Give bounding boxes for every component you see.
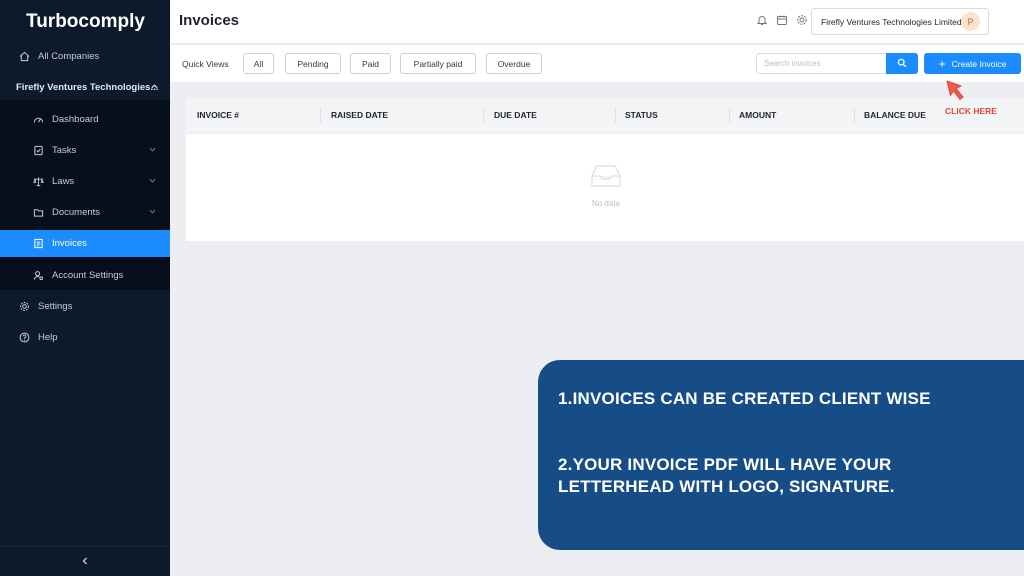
empty-state: No data (581, 162, 631, 208)
sidebar-item-dashboard[interactable]: Dashboard (0, 107, 170, 131)
sidebar-item-label: Dashboard (52, 113, 99, 125)
filter-partially-paid-button[interactable]: Partially paid (400, 53, 476, 74)
sidebar-item-account-settings[interactable]: Account Settings (0, 263, 170, 287)
filter-paid-button[interactable]: Paid (350, 53, 391, 74)
sidebar-item-label: Laws (52, 175, 75, 187)
invoice-icon (32, 238, 44, 250)
bell-icon[interactable] (756, 14, 768, 26)
inbox-icon (586, 165, 626, 194)
sidebar-item-label: Tasks (52, 144, 77, 156)
chevron-down-icon (148, 145, 158, 155)
quick-views-bar: Quick Views All Pending Paid Partially p… (170, 45, 1024, 82)
column-divider (854, 108, 855, 123)
user-settings-icon (32, 269, 44, 281)
info-panel: 1.INVOICES CAN BE CREATED CLIENT WISE 2.… (538, 360, 1024, 550)
table-header: INVOICE # RAISED DATE DUE DATE STATUS AM… (186, 98, 1024, 134)
chevron-up-icon (150, 82, 160, 92)
sidebar-item-invoices[interactable]: Invoices (0, 230, 170, 257)
cursor-arrow-icon (944, 78, 970, 109)
create-invoice-button[interactable]: + Create Invoice (924, 53, 1021, 74)
sidebar-item-tasks[interactable]: Tasks (0, 138, 170, 162)
filter-pending-button[interactable]: Pending (285, 53, 341, 74)
task-icon (32, 144, 44, 156)
create-invoice-label: Create Invoice (951, 58, 1007, 69)
sidebar-item-laws[interactable]: Laws (0, 169, 170, 193)
search-icon (897, 55, 907, 73)
brand-logo: Turbocomply (26, 11, 145, 32)
column-header-raised-date: RAISED DATE (331, 110, 388, 120)
sidebar-item-label: All Companies (38, 50, 100, 62)
top-header: Invoices Firefly Ventures Technologies L… (170, 0, 1024, 44)
chevron-down-icon (148, 176, 158, 186)
click-here-annotation: CLICK HERE (945, 106, 997, 116)
sidebar-collapse-button[interactable] (0, 546, 170, 576)
column-header-due-date: DUE DATE (494, 110, 537, 120)
column-divider (615, 108, 616, 123)
home-icon (18, 50, 30, 62)
column-header-status: STATUS (625, 110, 658, 120)
sidebar-item-label: Documents (52, 206, 101, 218)
gear-icon[interactable] (796, 14, 808, 26)
sidebar-item-label: Help (38, 331, 58, 343)
company-name: Firefly Ventures Technologies... (16, 81, 159, 93)
filter-overdue-button[interactable]: Overdue (486, 53, 542, 74)
sidebar-item-all-companies[interactable]: All Companies (0, 44, 170, 68)
quick-views-label: Quick Views (182, 59, 229, 69)
filter-all-button[interactable]: All (243, 53, 274, 74)
chevron-left-icon (80, 553, 90, 571)
sidebar: Turbocomply All Companies Firefly Ventur… (0, 0, 170, 576)
column-divider (729, 108, 730, 123)
avatar[interactable]: P (961, 12, 980, 31)
company-selector-label: Firefly Ventures Technologies Limited (821, 16, 962, 27)
sidebar-item-label: Invoices (52, 238, 87, 249)
empty-state-text: No data (591, 199, 621, 208)
search-input[interactable]: Search invoices (756, 53, 887, 74)
column-divider (483, 108, 484, 123)
sidebar-item-label: Settings (38, 300, 73, 312)
sidebar-item-company[interactable]: Firefly Ventures Technologies... (0, 75, 170, 99)
info-line-2: 2.YOUR INVOICE PDF WILL HAVE YOUR LETTER… (558, 455, 895, 496)
column-divider (320, 108, 321, 123)
invoices-table: INVOICE # RAISED DATE DUE DATE STATUS AM… (186, 98, 1024, 241)
column-header-amount: AMOUNT (739, 110, 777, 120)
sidebar-item-help[interactable]: Help (0, 325, 170, 349)
dashboard-icon (32, 113, 44, 125)
column-header-invoice-number: INVOICE # (197, 110, 240, 120)
help-icon (18, 331, 30, 343)
calendar-icon[interactable] (776, 14, 788, 26)
chevron-down-icon (148, 207, 158, 217)
folder-icon (32, 206, 44, 218)
sidebar-item-settings[interactable]: Settings (0, 294, 170, 318)
company-selector[interactable]: Firefly Ventures Technologies Limited P (811, 8, 989, 35)
sidebar-item-documents[interactable]: Documents (0, 200, 170, 224)
sidebar-item-label: Account Settings (52, 269, 124, 281)
plus-icon: + (938, 56, 946, 71)
page-title: Invoices (179, 12, 240, 29)
scale-icon (32, 175, 44, 187)
column-header-balance-due: BALANCE DUE (864, 110, 926, 120)
search-button[interactable] (886, 53, 918, 74)
gear-icon (18, 300, 30, 312)
info-line-1: 1.INVOICES CAN BE CREATED CLIENT WISE (558, 389, 931, 408)
